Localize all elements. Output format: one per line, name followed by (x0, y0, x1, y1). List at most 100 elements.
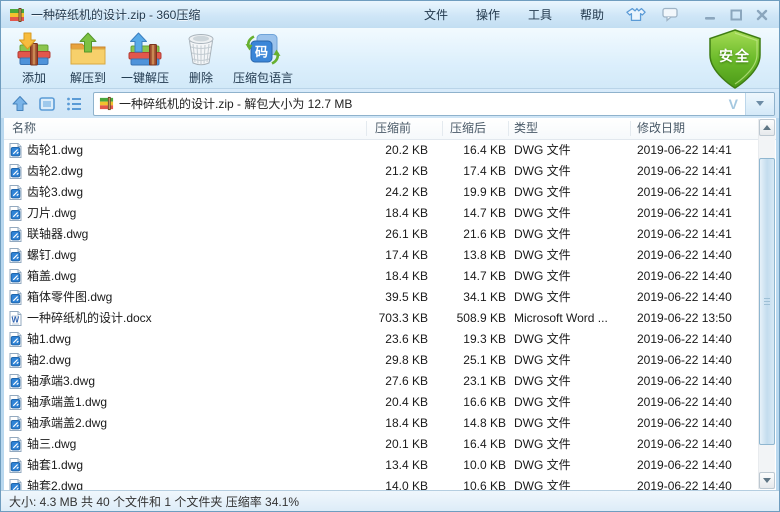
size-before-cell: 703.3 KB (378, 311, 428, 325)
file-name: 轴承端盖1.dwg (27, 395, 108, 409)
file-name-cell: 联轴器.dwg (9, 224, 361, 245)
file-name: 轴承端盖2.dwg (27, 416, 108, 430)
column-name[interactable]: 名称 (12, 118, 36, 139)
file-name: 轴三.dwg (27, 437, 77, 451)
size-before-cell: 18.4 KB (385, 206, 428, 220)
app-archive-icon (9, 7, 25, 23)
table-row[interactable]: 轴承端盖2.dwg 18.4 KB 14.8 KB DWG 文件 2019-06-22 … (4, 413, 776, 434)
menu-help[interactable]: 帮助 (566, 2, 618, 28)
archive-path-combobox[interactable]: 一种碎纸机的设计.zip - 解包大小为 12.7 MB V (93, 91, 775, 116)
table-row[interactable]: 轴套2.dwg 14.0 KB 10.6 KB DWG 文件 2019-06-22 14… (4, 476, 776, 490)
icon-view-button[interactable] (34, 92, 60, 116)
modified-date-cell: 2019-06-22 14:40 (637, 458, 732, 472)
one-click-extract-icon (124, 32, 166, 68)
table-row[interactable]: 螺钉.dwg 17.4 KB 13.8 KB DWG 文件 2019-06-22 14:… (4, 245, 776, 266)
menu-tools[interactable]: 工具 (514, 2, 566, 28)
one-click-extract-button[interactable]: 一键解压 (115, 30, 175, 88)
file-type-cell: DWG 文件 (514, 437, 571, 451)
table-row[interactable]: 轴套1.dwg 13.4 KB 10.0 KB DWG 文件 2019-06-22 14… (4, 455, 776, 476)
size-before-cell: 21.2 KB (385, 164, 428, 178)
extract-to-button[interactable]: 解压到 (61, 30, 115, 88)
close-button[interactable] (749, 6, 775, 24)
extract-to-icon (67, 32, 109, 68)
file-name-cell: 螺钉.dwg (9, 245, 361, 266)
scrollbar-up-button[interactable] (759, 119, 775, 136)
modified-date-cell: 2019-06-22 14:40 (637, 437, 732, 451)
scrollbar-thumb[interactable] (759, 158, 775, 445)
table-row[interactable]: 箱盖.dwg 18.4 KB 14.7 KB DWG 文件 2019-06-22 14:… (4, 266, 776, 287)
size-before-cell: 20.4 KB (385, 395, 428, 409)
scrollbar-down-button[interactable] (759, 472, 775, 489)
modified-date-cell: 2019-06-22 14:41 (637, 164, 732, 178)
file-name-cell: 轴套1.dwg (9, 455, 361, 476)
file-type-cell: DWG 文件 (514, 479, 571, 490)
dwg-file-icon (9, 143, 22, 158)
table-row[interactable]: 轴三.dwg 20.1 KB 16.4 KB DWG 文件 2019-06-22 14:… (4, 434, 776, 455)
dwg-file-icon (9, 479, 22, 490)
size-before-cell: 18.4 KB (385, 269, 428, 283)
file-type-cell: DWG 文件 (514, 206, 571, 220)
feedback-icon[interactable] (654, 5, 687, 24)
add-button[interactable]: 添加 (7, 30, 61, 88)
table-row[interactable]: W 一种碎纸机的设计.docx 703.3 KB 508.9 KB Microsoft … (4, 308, 776, 329)
file-type-cell: DWG 文件 (514, 332, 571, 346)
scrollbar-grip (764, 297, 770, 306)
file-name: 轴2.dwg (27, 353, 72, 367)
window-title: 一种碎纸机的设计.zip - 360压缩 (31, 8, 201, 22)
menu-file[interactable]: 文件 (410, 2, 462, 28)
size-after-cell: 13.8 KB (463, 248, 506, 262)
file-type-cell: DWG 文件 (514, 458, 571, 472)
table-row[interactable]: 轴承端3.dwg 27.6 KB 23.1 KB DWG 文件 2019-06-22 1… (4, 371, 776, 392)
list-view-button[interactable] (61, 92, 87, 116)
file-name-cell: 箱体零件图.dwg (9, 287, 361, 308)
column-type[interactable]: 类型 (514, 118, 538, 139)
dwg-file-icon (9, 374, 22, 389)
security-badge[interactable]: 安全 (703, 28, 767, 92)
size-before-cell: 17.4 KB (385, 248, 428, 262)
table-row[interactable]: 刀片.dwg 18.4 KB 14.7 KB DWG 文件 2019-06-22 14:… (4, 203, 776, 224)
word-file-icon: W (9, 311, 22, 326)
file-name: 齿轮3.dwg (27, 185, 84, 199)
vertical-scrollbar[interactable] (758, 119, 775, 489)
table-row[interactable]: 轴1.dwg 23.6 KB 19.3 KB DWG 文件 2019-06-22 14:… (4, 329, 776, 350)
file-name-cell: 齿轮1.dwg (9, 140, 361, 161)
modified-date-cell: 2019-06-22 14:41 (637, 206, 732, 220)
file-type-cell: DWG 文件 (514, 269, 571, 283)
table-row[interactable]: 联轴器.dwg 26.1 KB 21.6 KB DWG 文件 2019-06-22 14… (4, 224, 776, 245)
maximize-button[interactable] (723, 6, 749, 24)
delete-label: 删除 (189, 71, 214, 85)
modified-date-cell: 2019-06-22 14:40 (637, 269, 732, 283)
dwg-file-icon (9, 185, 22, 200)
table-row[interactable]: 轴承端盖1.dwg 20.4 KB 16.6 KB DWG 文件 2019-06-22 … (4, 392, 776, 413)
modified-date-cell: 2019-06-22 14:41 (637, 185, 732, 199)
column-before[interactable]: 压缩前 (375, 118, 411, 139)
file-name: 齿轮1.dwg (27, 143, 84, 157)
table-row[interactable]: 轴2.dwg 29.8 KB 25.1 KB DWG 文件 2019-06-22 14:… (4, 350, 776, 371)
skin-icon[interactable] (618, 4, 654, 25)
table-row[interactable]: 箱体零件图.dwg 39.5 KB 34.1 KB DWG 文件 2019-06-22 … (4, 287, 776, 308)
table-row[interactable]: 齿轮1.dwg 20.2 KB 16.4 KB DWG 文件 2019-06-22 14… (4, 140, 776, 161)
security-label: 安全 (719, 48, 751, 64)
size-after-cell: 19.3 KB (463, 332, 506, 346)
delete-button[interactable]: 删除 (175, 30, 227, 88)
table-row[interactable]: 齿轮3.dwg 24.2 KB 19.9 KB DWG 文件 2019-06-22 14… (4, 182, 776, 203)
dwg-file-icon (9, 416, 22, 431)
size-before-cell: 23.6 KB (385, 332, 428, 346)
toolbar: 添加 解压到 一键解压 删除 码 压缩包语言 安全 (1, 28, 779, 89)
table-row[interactable]: 齿轮2.dwg 21.2 KB 17.4 KB DWG 文件 2019-06-22 14… (4, 161, 776, 182)
archive-language-button[interactable]: 码 压缩包语言 (227, 30, 299, 88)
address-dropdown-button[interactable] (745, 92, 774, 115)
file-name-cell: 轴1.dwg (9, 329, 361, 350)
column-modified[interactable]: 修改日期 (637, 118, 685, 139)
file-name-cell: 轴三.dwg (9, 434, 361, 455)
size-after-cell: 21.6 KB (463, 227, 506, 241)
minimize-button[interactable] (697, 6, 723, 24)
up-level-button[interactable] (7, 92, 33, 116)
dwg-file-icon (9, 248, 22, 263)
menu-actions[interactable]: 操作 (462, 2, 514, 28)
file-name: 轴1.dwg (27, 332, 72, 346)
file-rows: 齿轮1.dwg 20.2 KB 16.4 KB DWG 文件 2019-06-22 14… (4, 140, 776, 490)
column-after[interactable]: 压缩后 (450, 118, 486, 139)
modified-date-cell: 2019-06-22 14:41 (637, 143, 732, 157)
status-text: 大小: 4.3 MB 共 40 个文件和 1 个文件夹 压缩率 34.1% (9, 494, 300, 509)
